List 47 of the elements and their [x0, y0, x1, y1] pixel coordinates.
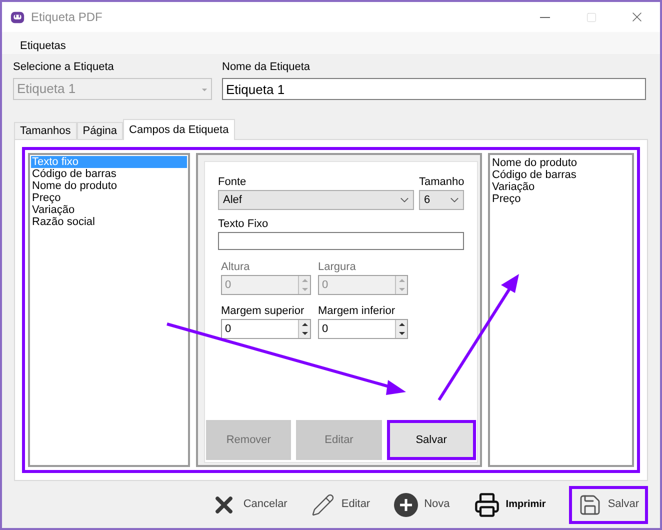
- tab[interactable]: Campos da Etiqueta: [123, 119, 235, 140]
- list-item[interactable]: Preço: [31, 192, 187, 204]
- field-label: Largura: [318, 260, 357, 275]
- list-item[interactable]: Preço: [492, 193, 630, 205]
- list-item[interactable]: Código de barras: [492, 169, 630, 181]
- printer-icon: [474, 492, 500, 518]
- number-spinner[interactable]: 0: [221, 319, 311, 339]
- field-label: Nome da Etiqueta: [222, 60, 312, 74]
- tab[interactable]: Tamanhos: [14, 122, 77, 139]
- tab[interactable]: Página: [76, 122, 124, 139]
- toolbar-button[interactable]: Cancelar: [202, 486, 296, 524]
- chevron-down-icon: [450, 197, 459, 203]
- font-select[interactable]: Alef: [218, 190, 414, 210]
- selected-fields-list[interactable]: Nome do produto Código de barras Variação Preço: [488, 153, 634, 467]
- field-label: Selecione a Etiqueta: [13, 60, 115, 74]
- save-icon: [578, 492, 602, 516]
- toolbar-button[interactable]: Imprimir: [464, 486, 555, 524]
- field-label: Tamanho: [419, 175, 464, 190]
- number-spinner[interactable]: 0: [318, 319, 408, 339]
- pencil-icon: [311, 492, 336, 516]
- field-label: Margem inferior: [318, 304, 396, 319]
- field-label: Fonte: [218, 175, 248, 190]
- minimize-icon: [540, 16, 550, 18]
- toolbar-button[interactable]: Nova: [385, 486, 459, 524]
- list-item[interactable]: Variação: [492, 181, 630, 193]
- list-item[interactable]: Variação: [31, 204, 187, 216]
- text-input[interactable]: [218, 232, 464, 250]
- list-item[interactable]: Nome do produto: [31, 180, 187, 192]
- list-item[interactable]: Razão social: [31, 216, 187, 228]
- toolbar-button[interactable]: Salvar: [568, 486, 648, 524]
- list-item[interactable]: Código de barras: [31, 168, 187, 180]
- maximize-icon: [586, 12, 596, 22]
- plus-icon: [394, 492, 418, 516]
- name-input[interactable]: Etiqueta 1: [222, 78, 646, 100]
- window-title: Etiqueta PDF: [31, 9, 102, 26]
- field-label: Margem superior: [221, 304, 306, 319]
- form-button[interactable]: Salvar: [386, 420, 476, 460]
- toolbar-button[interactable]: Editar: [302, 486, 380, 524]
- size-select[interactable]: 6: [419, 190, 464, 210]
- caret-icon: [201, 86, 208, 92]
- list-item[interactable]: Nome do produto: [492, 157, 630, 169]
- fields-list[interactable]: Texto fixo Código de barras Nome do produto Preço Variação Razão social: [28, 153, 190, 467]
- field-label: Altura: [221, 260, 251, 275]
- chevron-down-icon: [400, 197, 409, 203]
- app-icon: [10, 10, 25, 24]
- menu-item[interactable]: Etiquetas: [18, 38, 68, 54]
- field-label: Texto Fixo: [218, 217, 270, 232]
